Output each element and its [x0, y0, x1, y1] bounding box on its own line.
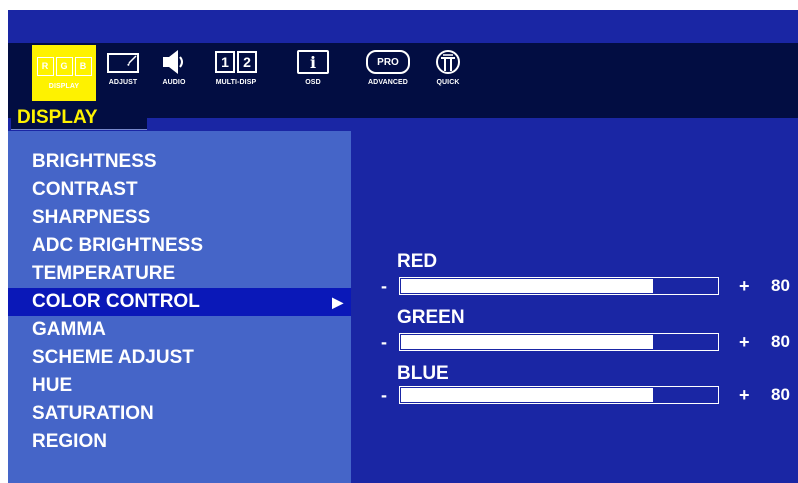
multi-number-1: 1	[215, 51, 235, 73]
multi-display-icon: 1 2	[214, 45, 258, 79]
green-slider-row: - + 80	[381, 331, 798, 353]
menu-item-label: SCHEME ADJUST	[32, 347, 194, 368]
blue-minus-button[interactable]: -	[381, 384, 387, 406]
red-slider[interactable]	[399, 277, 719, 295]
tab-multi-disp-label: MULTI-DISP	[215, 79, 257, 86]
menu-item-label: GAMMA	[32, 319, 106, 340]
rgb-letter-g: G	[55, 56, 73, 76]
tab-advanced[interactable]: PRO ADVANCED	[360, 45, 416, 101]
green-slider-fill	[401, 335, 654, 349]
info-icon: i	[297, 45, 329, 79]
rgb-display-icon: R G B	[36, 49, 93, 83]
green-label: GREEN	[397, 307, 465, 328]
tab-adjust[interactable]: ADJUST	[98, 45, 148, 101]
menu-item-label: REGION	[32, 431, 107, 452]
tab-adjust-label: ADJUST	[108, 79, 138, 86]
blue-slider-row: - + 80	[381, 384, 798, 406]
menu-list: BRIGHTNESS CONTRAST SHARPNESS ADC BRIGHTNES…	[8, 148, 351, 456]
green-plus-button[interactable]: +	[739, 331, 750, 353]
tab-display-label: DISPLAY	[48, 83, 80, 90]
pro-icon: PRO	[366, 45, 410, 79]
menu-item-contrast[interactable]: CONTRAST	[8, 176, 351, 204]
menu-item-region[interactable]: REGION	[8, 428, 351, 456]
blue-label: BLUE	[397, 363, 449, 384]
quick-icon	[435, 45, 461, 79]
menu-item-label: HUE	[32, 375, 73, 396]
blue-value: 80	[771, 385, 790, 404]
red-minus-button[interactable]: -	[381, 275, 387, 297]
tab-osd[interactable]: i OSD	[293, 45, 333, 101]
red-value: 80	[771, 276, 790, 295]
menu-item-label: SATURATION	[32, 403, 154, 424]
color-control-panel: RED - + 80 GREEN - + 80 BLUE - + 80	[351, 131, 798, 483]
red-slider-fill	[401, 279, 654, 293]
menu-item-hue[interactable]: HUE	[8, 372, 351, 400]
menu-item-temperature[interactable]: TEMPERATURE	[8, 260, 351, 288]
menu-item-brightness[interactable]: BRIGHTNESS	[8, 148, 351, 176]
monitor-adjust-icon	[107, 45, 139, 79]
menu-item-label: ADC BRIGHTNESS	[32, 235, 204, 256]
menu-item-label: COLOR CONTROL	[32, 291, 200, 312]
tab-advanced-label: ADVANCED	[368, 79, 408, 86]
menu-item-adc-brightness[interactable]: ADC BRIGHTNESS	[8, 232, 351, 260]
menu-item-color-control[interactable]: COLOR CONTROL ▶	[8, 288, 351, 316]
red-label: RED	[397, 251, 438, 272]
rgb-letter-r: R	[36, 56, 54, 76]
menu-item-scheme-adjust[interactable]: SCHEME ADJUST	[8, 344, 351, 372]
blue-plus-button[interactable]: +	[739, 384, 750, 406]
osd-window: R G B DISPLAY ADJUST AUDIO 1 2 MULTI-DIS…	[8, 10, 798, 483]
tab-quick-label: QUICK	[436, 79, 460, 86]
blue-slider[interactable]	[399, 386, 719, 404]
tab-multi-disp[interactable]: 1 2 MULTI-DISP	[206, 45, 266, 101]
rgb-letter-b: B	[74, 56, 92, 76]
tab-audio[interactable]: AUDIO	[154, 45, 194, 101]
pro-badge: PRO	[366, 50, 410, 74]
red-slider-row: - + 80	[381, 275, 798, 297]
page-title: DISPLAY	[11, 106, 147, 130]
speaker-icon	[160, 45, 188, 79]
green-slider[interactable]	[399, 333, 719, 351]
menu-item-gamma[interactable]: GAMMA	[8, 316, 351, 344]
tab-osd-label: OSD	[305, 79, 321, 86]
info-glyph: i	[297, 50, 329, 74]
menu-item-saturation[interactable]: SATURATION	[8, 400, 351, 428]
green-minus-button[interactable]: -	[381, 331, 387, 353]
menu-item-sharpness[interactable]: SHARPNESS	[8, 204, 351, 232]
menu-item-label: SHARPNESS	[32, 207, 151, 228]
menu-item-label: CONTRAST	[32, 179, 138, 200]
display-menu-panel: BRIGHTNESS CONTRAST SHARPNESS ADC BRIGHTNES…	[8, 131, 351, 483]
tab-display[interactable]: R G B DISPLAY	[32, 45, 96, 101]
tab-quick[interactable]: QUICK	[428, 45, 468, 101]
green-value: 80	[771, 332, 790, 351]
red-plus-button[interactable]: +	[739, 275, 750, 297]
tab-audio-label: AUDIO	[162, 79, 186, 86]
menu-item-label: TEMPERATURE	[32, 263, 176, 284]
blue-slider-fill	[401, 388, 654, 402]
multi-number-2: 2	[237, 51, 257, 73]
submenu-arrow-icon: ▶	[332, 294, 343, 310]
menu-item-label: BRIGHTNESS	[32, 151, 157, 172]
